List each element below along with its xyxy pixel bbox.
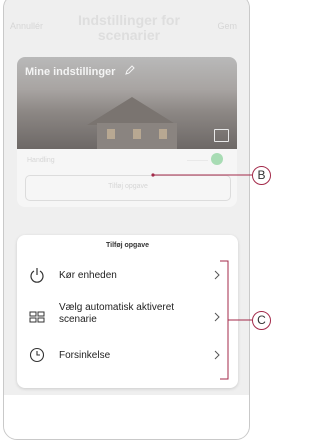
callout-c: C (252, 311, 271, 330)
clock-icon (29, 347, 45, 363)
callout-b-leader (151, 173, 253, 177)
sheet-title: Tilføj opgave (105, 242, 150, 249)
phone-frame: Annullér Indstillinger for scenarier Gem… (3, 0, 250, 440)
option-label: Forsinkelse (59, 350, 111, 361)
scene-image: Mine indstillinger (17, 57, 237, 149)
scene-grid-icon (29, 311, 45, 323)
edit-pencil-icon[interactable] (125, 65, 135, 75)
scene-name[interactable]: Mine indstillinger (25, 66, 115, 78)
header: Annullér Indstillinger for scenarier Gem (4, 0, 249, 51)
option-label: Kør enheden (59, 270, 117, 281)
window (159, 129, 167, 139)
house-body (97, 123, 177, 149)
option-label: Vælg automatisk aktiveret scenarie (59, 302, 175, 325)
callout-b: B (252, 166, 271, 185)
page-title: Indstillinger for scenarier (78, 12, 180, 43)
add-task-sheet: Tilføj opgave Kør enheden Vælg automatis… (17, 235, 238, 388)
action-label: Handling (27, 157, 55, 164)
window (107, 129, 115, 139)
save-button[interactable]: Gem (217, 21, 237, 31)
add-action-icon[interactable] (211, 153, 223, 165)
option-auto-scene[interactable]: Vælg automatisk aktiveret scenarie (17, 297, 238, 333)
change-image-icon[interactable] (214, 129, 229, 142)
bottom-area (4, 395, 249, 439)
power-icon (30, 268, 44, 283)
option-run-device[interactable]: Kør enheden (17, 259, 238, 291)
cancel-button[interactable]: Annullér (10, 21, 43, 31)
action-status-text: ——— (187, 157, 208, 164)
house-roof (87, 97, 177, 125)
option-delay[interactable]: Forsinkelse (17, 339, 238, 371)
window (133, 129, 141, 139)
